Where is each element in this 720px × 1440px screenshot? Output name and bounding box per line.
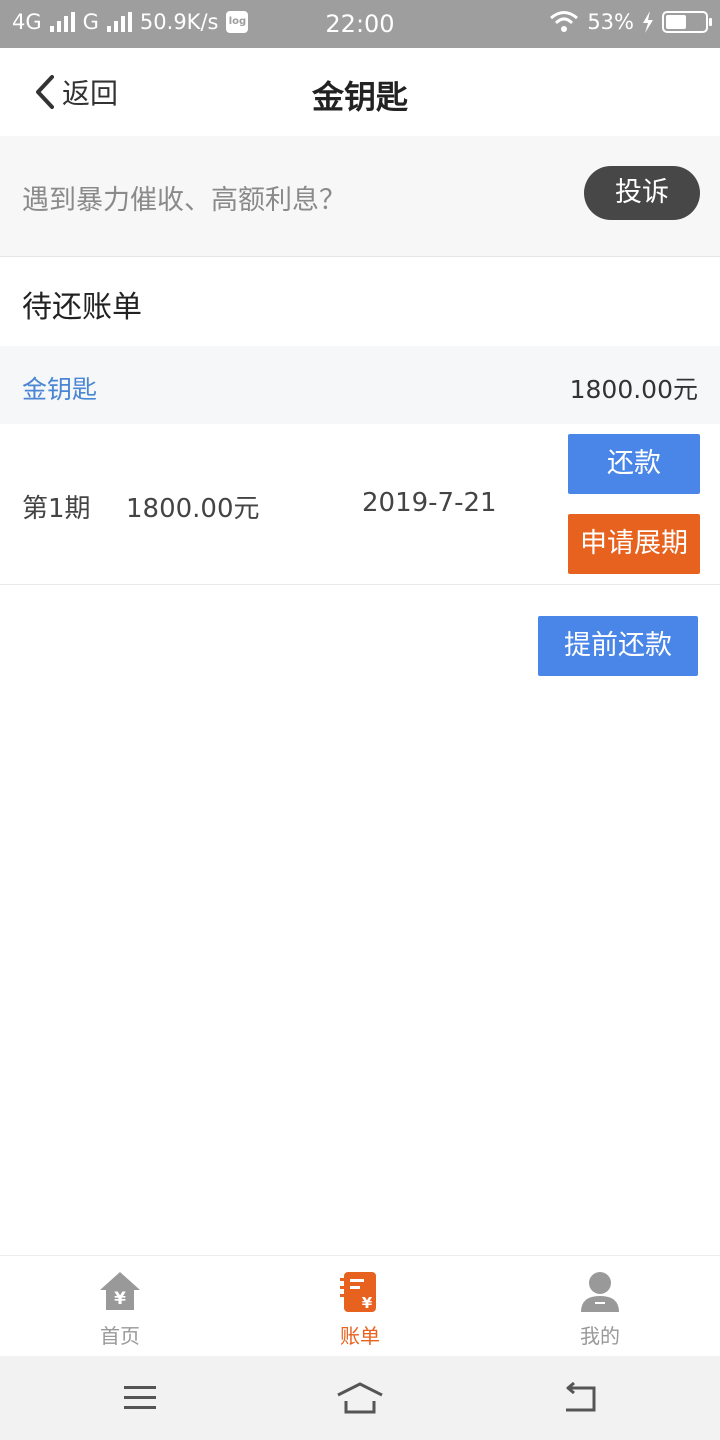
wifi-icon	[550, 11, 579, 32]
back-nav-button[interactable]	[550, 1376, 610, 1420]
home-icon	[337, 1382, 383, 1414]
tab-profile-label: 我的	[580, 1324, 620, 1348]
back-label: 返回	[62, 77, 119, 110]
home-yen-icon: ¥	[100, 1272, 140, 1310]
status-bar: 4G G 50.9K/s log 22:00 53%	[0, 0, 720, 48]
installment-period: 第1期	[22, 494, 91, 524]
installment-row: 第1期 1800.00元 2019-7-21 还款 申请展期	[0, 424, 720, 585]
tab-bills-label: 账单	[340, 1324, 380, 1348]
repay-button[interactable]: 还款	[568, 434, 700, 494]
tab-home[interactable]: ¥ 首页	[0, 1256, 240, 1356]
charging-icon	[643, 11, 653, 33]
system-nav-bar	[0, 1356, 720, 1440]
complaint-button[interactable]: 投诉	[584, 166, 700, 220]
lender-row: 金钥匙 1800.00元	[0, 346, 720, 424]
back-button[interactable]: 返回	[32, 70, 118, 114]
app-header: 返回 金钥匙	[0, 48, 720, 136]
svg-text:¥: ¥	[114, 1289, 126, 1309]
battery-icon	[662, 11, 712, 33]
prepay-button[interactable]: 提前还款	[538, 616, 698, 676]
battery-percent: 53%	[587, 10, 634, 34]
menu-button[interactable]	[110, 1376, 170, 1420]
svg-text:¥: ¥	[362, 1294, 373, 1312]
tab-bills[interactable]: ¥ 账单	[240, 1256, 480, 1356]
complaint-text: 遇到暴力催收、高额利息？	[22, 185, 346, 216]
lender-name: 金钥匙	[22, 375, 98, 404]
status-right: 53%	[549, 10, 712, 34]
installment-amount: 1800.00元	[126, 494, 260, 524]
bill-icon: ¥	[340, 1272, 376, 1312]
home-button[interactable]	[330, 1376, 390, 1420]
battery-fill	[666, 15, 686, 29]
bottom-tab-bar: ¥ 首页 ¥ 账单 我的	[0, 1255, 720, 1356]
back-icon	[566, 1382, 596, 1412]
installment-due-date: 2019-7-21	[362, 488, 497, 518]
menu-icon	[124, 1386, 156, 1409]
section-title: 待还账单	[22, 290, 142, 325]
tab-home-label: 首页	[100, 1324, 140, 1348]
tab-profile[interactable]: 我的	[480, 1256, 720, 1356]
lender-amount: 1800.00元	[569, 375, 698, 404]
chevron-left-icon	[36, 75, 54, 109]
extend-button[interactable]: 申请展期	[568, 514, 700, 574]
user-icon	[581, 1272, 619, 1312]
complaint-banner: 遇到暴力催收、高额利息？ 投诉	[0, 136, 720, 257]
